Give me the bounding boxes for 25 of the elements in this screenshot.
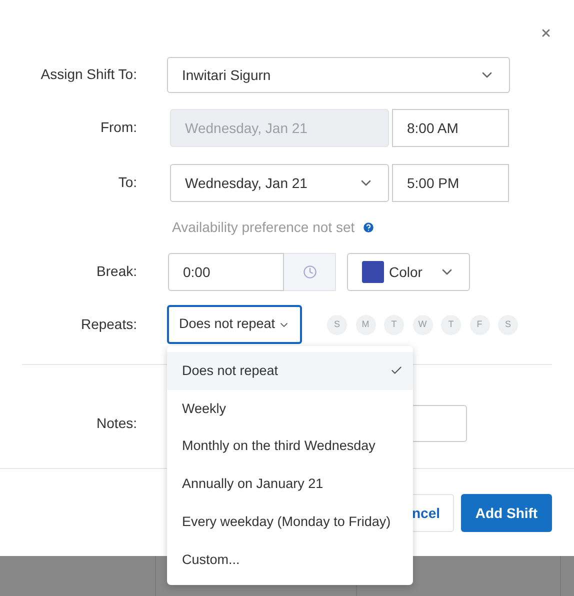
dropdown-option[interactable]: Custom... (167, 540, 413, 579)
color-select[interactable]: Color (347, 253, 470, 291)
time-field[interactable]: 8:00 AM (392, 109, 509, 147)
clock-icon (302, 265, 316, 279)
help-icon[interactable] (362, 220, 375, 234)
dropdown-option[interactable]: Weekly (167, 390, 413, 428)
field-label: Break: (96, 263, 137, 279)
break-field[interactable]: 0:00 (168, 253, 284, 291)
dropdown-option[interactable]: Does not repeat (167, 352, 413, 390)
time-field[interactable]: 5:00 PM (392, 164, 509, 202)
dropdown-option[interactable]: Annually on January 21 (167, 465, 413, 504)
field-label: Notes: (96, 414, 137, 430)
close-icon[interactable] (540, 27, 552, 39)
field-label: To: (118, 174, 137, 190)
assign-select[interactable]: Inwitari Sigurn (167, 57, 510, 93)
availability-note: Availability preference not set (172, 218, 355, 237)
add-shift-button[interactable]: Add Shift (461, 494, 552, 532)
dropdown-option[interactable]: Every weekday (Monday to Friday) (167, 503, 413, 541)
field-label: From: (100, 119, 137, 135)
date-select[interactable]: Wednesday, Jan 21 (170, 164, 389, 202)
date-select: Wednesday, Jan 21 (170, 109, 389, 147)
field-label: Assign Shift To: (40, 66, 137, 82)
repeats-select[interactable]: Does not repeat (167, 305, 302, 344)
dropdown-option[interactable]: Monthly on the third Wednesday (167, 428, 413, 466)
field-label: Repeats: (80, 316, 137, 332)
